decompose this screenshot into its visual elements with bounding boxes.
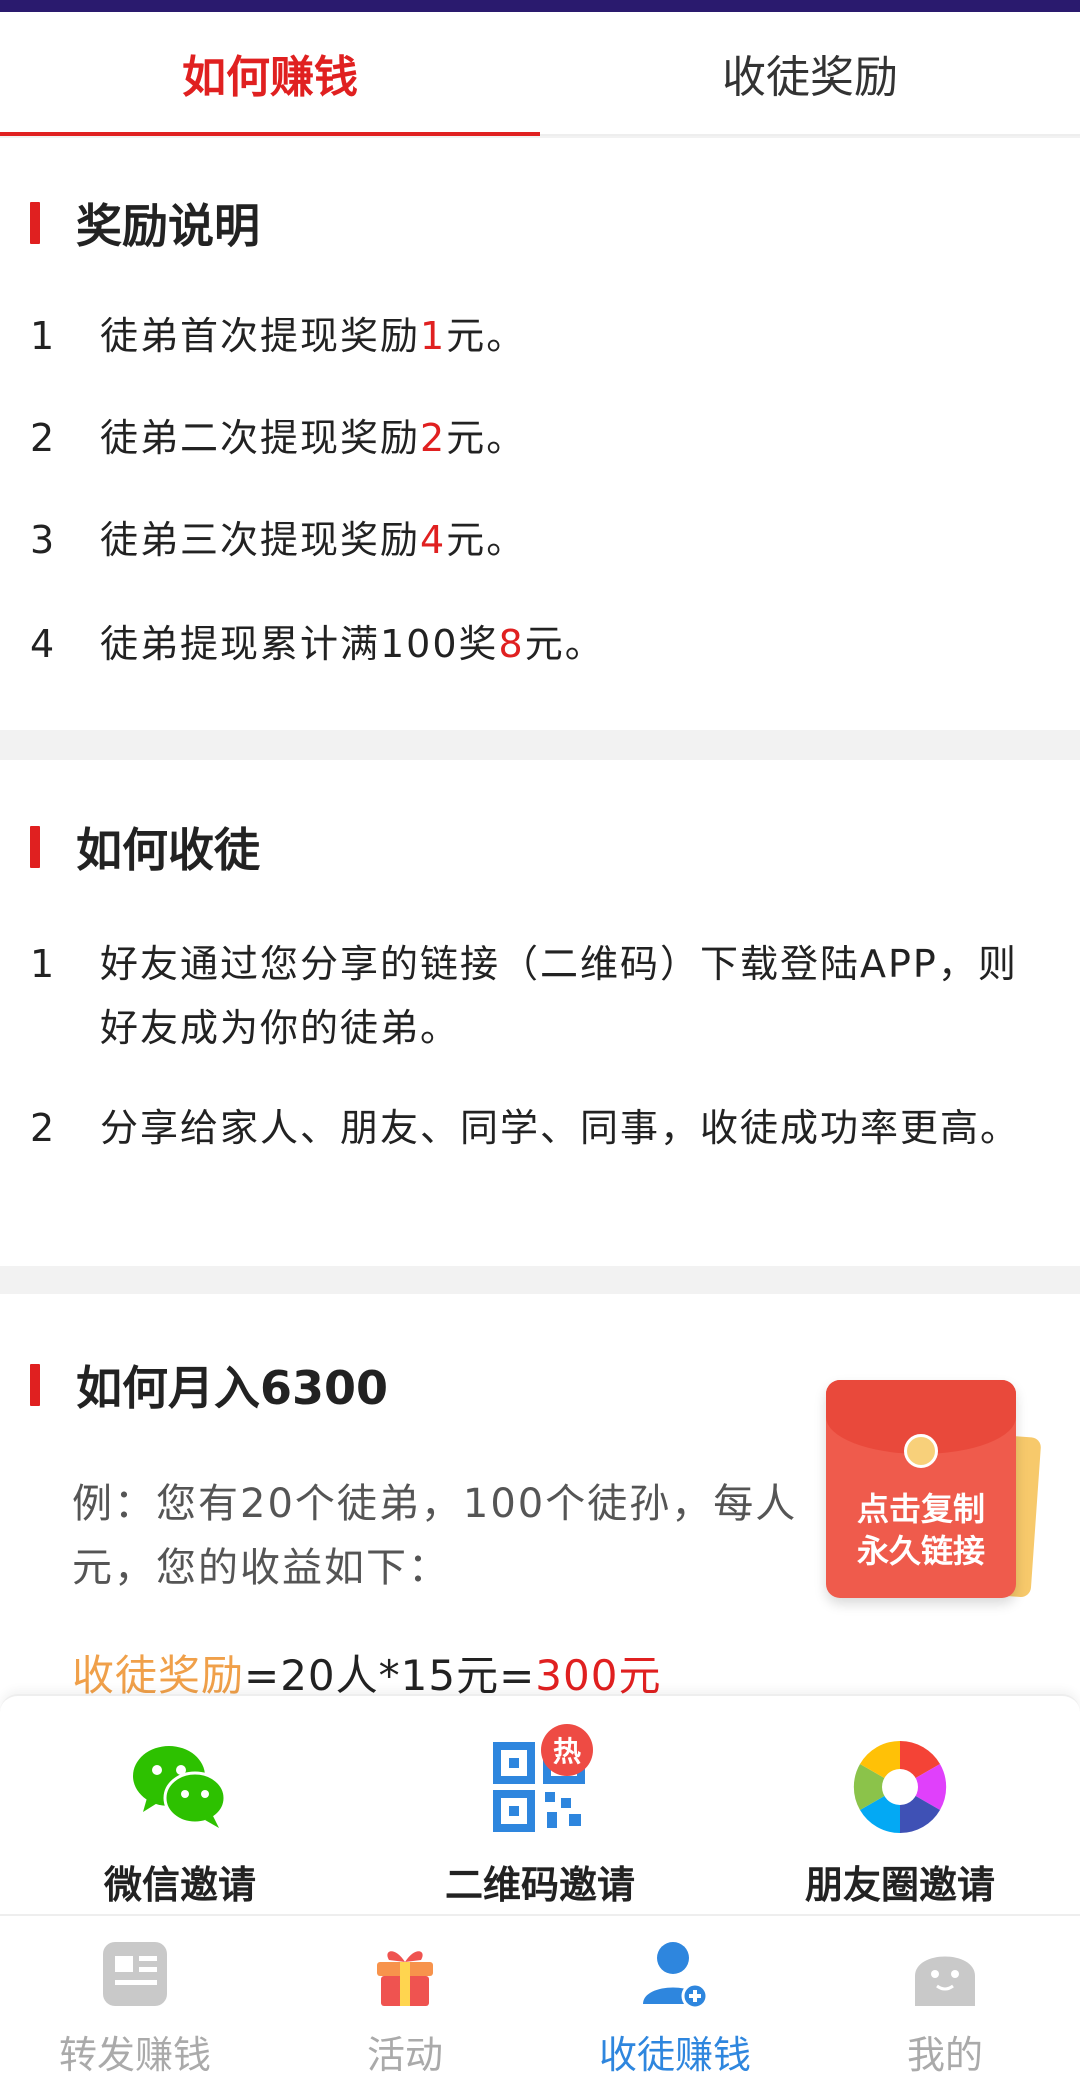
title-accent-bar xyxy=(30,202,40,244)
wechat-icon xyxy=(133,1746,227,1828)
tab-recruit-reward[interactable]: 收徒奖励 xyxy=(540,12,1080,134)
profile-icon xyxy=(915,1956,975,2006)
bottom-nav: 转发赚钱 活动 收徒赚钱 我的 xyxy=(0,1914,1080,2080)
monthly-title-text: 如何月入6300 xyxy=(76,1361,389,1415)
nav-label: 转发赚钱 xyxy=(58,2033,211,2077)
reward-item: 3 徒弟三次提现奖励4元。 xyxy=(30,508,1020,572)
recruit-title-text: 如何收徒 xyxy=(76,823,260,877)
title-accent-bar xyxy=(30,1364,40,1406)
hot-badge: 热 xyxy=(541,1724,593,1776)
nav-item-share-earn[interactable]: 转发赚钱 xyxy=(0,1916,270,2080)
nav-item-recruit-earn[interactable]: 收徒赚钱 xyxy=(540,1916,810,2080)
monthly-section-title: 如何月入6300 xyxy=(30,1352,388,1418)
user-add-icon xyxy=(643,1942,709,2010)
reward-text: 徒弟二次提现奖励 xyxy=(100,416,421,460)
calc-expression: =20人*15元= xyxy=(244,1651,536,1700)
red-envelope-icon: 点击复制 永久链接 xyxy=(826,1380,1016,1598)
reward-amount: 8 xyxy=(498,622,525,666)
copy-link-envelope-button[interactable]: 点击复制 永久链接 xyxy=(806,1376,1056,1606)
reward-item: 1 徒弟首次提现奖励1元。 xyxy=(30,304,1020,368)
recruit-text: 分享给家人、朋友、同学、同事，收徒成功率更高。 xyxy=(100,1106,1021,1150)
news-icon xyxy=(103,1942,167,2006)
reward-unit: 元。 xyxy=(524,622,605,666)
item-number: 4 xyxy=(30,622,55,666)
calc-result: 300元 xyxy=(535,1651,662,1700)
wechat-invite-label: 微信邀请 xyxy=(103,1863,256,1907)
title-accent-bar xyxy=(30,826,40,868)
invite-bar: 微信邀请 热 二维码邀请 朋友圈邀请 xyxy=(0,1694,1080,1914)
item-number: 2 xyxy=(30,416,55,460)
item-number: 2 xyxy=(30,1106,55,1150)
envelope-label-line2: 永久链接 xyxy=(856,1532,985,1570)
item-number: 1 xyxy=(30,942,55,986)
status-strip xyxy=(0,0,1080,12)
reward-amount: 2 xyxy=(420,416,447,460)
moments-invite-button[interactable]: 朋友圈邀请 xyxy=(720,1696,1080,1914)
calc-label: 收徒奖励 xyxy=(72,1651,245,1700)
reward-text: 徒弟首次提现奖励 xyxy=(100,314,421,358)
top-tabs: 如何赚钱 收徒奖励 xyxy=(0,12,1080,136)
tab-how-to-earn[interactable]: 如何赚钱 xyxy=(0,12,540,136)
reward-text: 徒弟三次提现奖励 xyxy=(100,518,421,562)
reward-title-text: 奖励说明 xyxy=(76,199,260,253)
reward-item: 2 徒弟二次提现奖励2元。 xyxy=(30,406,1020,470)
recruit-section-title: 如何收徒 xyxy=(30,814,260,880)
reward-unit: 元。 xyxy=(446,518,527,562)
recruit-card: 如何收徒 1 好友通过您分享的链接（二维码）下载登陆APP，则好友成为你的徒弟。… xyxy=(0,760,1080,1266)
recruit-item: 1 好友通过您分享的链接（二维码）下载登陆APP，则好友成为你的徒弟。 xyxy=(30,932,1020,1060)
nav-label: 我的 xyxy=(906,2033,983,2077)
nav-item-mine[interactable]: 我的 xyxy=(810,1916,1080,2080)
envelope-label-line1: 点击复制 xyxy=(856,1490,985,1528)
reward-amount: 4 xyxy=(420,518,447,562)
qrcode-invite-label: 二维码邀请 xyxy=(444,1863,635,1907)
qrcode-invite-button[interactable]: 热 二维码邀请 xyxy=(360,1696,720,1914)
reward-amount: 1 xyxy=(420,314,447,358)
example-text: 例：您有20个徒弟，100个徒孙，每人元，您的收益如下： xyxy=(72,1481,798,1591)
recruit-text: 好友通过您分享的链接（二维码）下载登陆APP，则好友成为你的徒弟。 xyxy=(100,942,1018,1050)
reward-item: 4 徒弟提现累计满100奖8元。 xyxy=(30,612,1020,676)
gift-icon xyxy=(377,1951,433,2006)
envelope-seal xyxy=(904,1434,938,1468)
item-number: 3 xyxy=(30,518,55,562)
item-number: 1 xyxy=(30,314,55,358)
reward-text: 徒弟提现累计满100奖 xyxy=(100,622,499,666)
reward-card: 奖励说明 1 徒弟首次提现奖励1元。 2 徒弟二次提现奖励2元。 3 徒弟三次提… xyxy=(0,138,1080,730)
wechat-invite-button[interactable]: 微信邀请 xyxy=(0,1696,360,1914)
nav-label: 活动 xyxy=(366,2033,443,2077)
recruit-item: 2 分享给家人、朋友、同学、同事，收徒成功率更高。 xyxy=(30,1096,1020,1160)
moments-icon xyxy=(853,1740,947,1834)
moments-invite-label: 朋友圈邀请 xyxy=(804,1863,995,1907)
reward-section-title: 奖励说明 xyxy=(30,190,260,256)
reward-unit: 元。 xyxy=(446,416,527,460)
nav-label: 收徒赚钱 xyxy=(598,2033,751,2077)
nav-item-activity[interactable]: 活动 xyxy=(270,1916,540,2080)
reward-unit: 元。 xyxy=(446,314,527,358)
